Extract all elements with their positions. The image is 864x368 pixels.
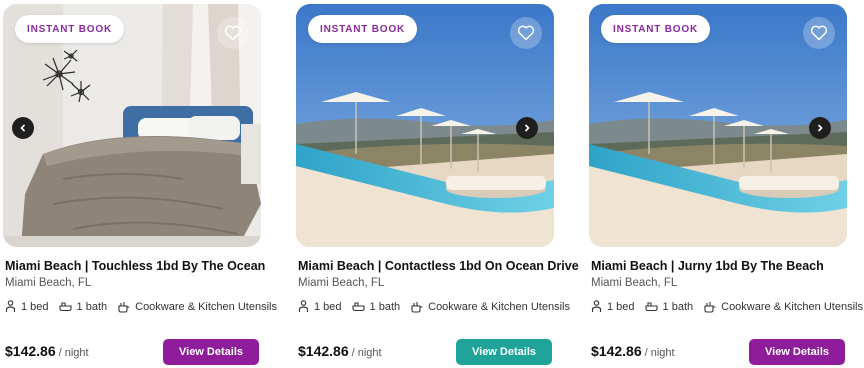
person-icon xyxy=(591,300,602,312)
listing-location: Miami Beach, FL xyxy=(298,277,385,289)
instant-book-badge: INSTANT BOOK xyxy=(601,15,710,43)
bath-amenity: 1 bath xyxy=(58,300,108,313)
next-photo-button[interactable] xyxy=(809,117,831,139)
listing-card[interactable]: INSTANT BOOK Miami Beach | Jurny 1bd By … xyxy=(589,0,863,368)
person-icon xyxy=(5,300,16,312)
favorite-button[interactable] xyxy=(510,17,542,49)
price: $142.86/ night xyxy=(5,343,89,361)
price-unit: / night xyxy=(58,347,89,359)
listing-location: Miami Beach, FL xyxy=(5,277,92,289)
kitchen-amenity: Cookware & Kitchen Utensils xyxy=(410,301,570,313)
bath-count: 1 bath xyxy=(662,300,694,313)
listing-card[interactable]: INSTANT BOOK Miami Beach | Touchless 1bd… xyxy=(3,0,277,368)
listing-card[interactable]: INSTANT BOOK Miami Beach | Contactless 1… xyxy=(296,0,579,368)
favorite-button[interactable] xyxy=(217,17,249,49)
bed-count: 1 bed xyxy=(314,300,342,313)
listing-photo-pool[interactable]: INSTANT BOOK xyxy=(296,4,554,247)
heart-icon xyxy=(224,25,242,41)
view-details-button[interactable]: View Details xyxy=(456,339,552,365)
amenity-label: Cookware & Kitchen Utensils xyxy=(135,300,277,313)
amenities-row: 1 bed 1 bath Cookware & Kitchen Utensils xyxy=(591,300,864,313)
kitchen-amenity: Cookware & Kitchen Utensils xyxy=(703,301,863,313)
bath-count: 1 bath xyxy=(76,300,108,313)
listing-photo-pool[interactable]: INSTANT BOOK xyxy=(589,4,847,247)
price: $142.86/ night xyxy=(591,343,675,361)
listing-title[interactable]: Miami Beach | Touchless 1bd By The Ocean xyxy=(5,259,265,273)
previous-photo-button[interactable] xyxy=(12,117,34,139)
price-amount: $142.86 xyxy=(298,343,349,359)
listing-location: Miami Beach, FL xyxy=(591,277,678,289)
heart-icon xyxy=(810,25,828,41)
bath-icon xyxy=(351,302,365,312)
cookware-icon xyxy=(118,301,130,313)
listing-photo-bedroom[interactable]: INSTANT BOOK xyxy=(3,4,261,247)
cookware-icon xyxy=(411,301,423,313)
bed-count: 1 bed xyxy=(607,300,635,313)
amenities-row: 1 bed 1 bath Cookware & Kitchen Utensils xyxy=(298,300,580,313)
bath-amenity: 1 bath xyxy=(351,300,401,313)
amenity-label: Cookware & Kitchen Utensils xyxy=(428,300,570,313)
chevron-right-icon xyxy=(817,124,823,132)
bed-count: 1 bed xyxy=(21,300,49,313)
favorite-button[interactable] xyxy=(803,17,835,49)
bath-icon xyxy=(58,302,72,312)
next-photo-button[interactable] xyxy=(516,117,538,139)
bath-icon xyxy=(644,302,658,312)
person-icon xyxy=(298,300,309,312)
cookware-icon xyxy=(704,301,716,313)
kitchen-amenity: Cookware & Kitchen Utensils xyxy=(117,301,277,313)
listing-title[interactable]: Miami Beach | Jurny 1bd By The Beach xyxy=(591,259,824,273)
view-details-button[interactable]: View Details xyxy=(163,339,259,365)
price-amount: $142.86 xyxy=(591,343,642,359)
bed-amenity: 1 bed xyxy=(298,300,342,313)
view-details-button[interactable]: View Details xyxy=(749,339,845,365)
bed-amenity: 1 bed xyxy=(5,300,49,313)
price: $142.86/ night xyxy=(298,343,382,361)
instant-book-badge: INSTANT BOOK xyxy=(15,15,124,43)
bath-amenity: 1 bath xyxy=(644,300,694,313)
bed-amenity: 1 bed xyxy=(591,300,635,313)
amenities-row: 1 bed 1 bath Cookware & Kitchen Utensils xyxy=(5,300,287,313)
bath-count: 1 bath xyxy=(369,300,401,313)
price-unit: / night xyxy=(351,347,382,359)
chevron-right-icon xyxy=(524,124,530,132)
instant-book-badge: INSTANT BOOK xyxy=(308,15,417,43)
listing-title[interactable]: Miami Beach | Contactless 1bd On Ocean D… xyxy=(298,259,579,273)
heart-icon xyxy=(517,25,535,41)
amenity-label: Cookware & Kitchen Utensils xyxy=(721,300,863,313)
price-unit: / night xyxy=(644,347,675,359)
price-amount: $142.86 xyxy=(5,343,56,359)
chevron-left-icon xyxy=(20,124,26,132)
